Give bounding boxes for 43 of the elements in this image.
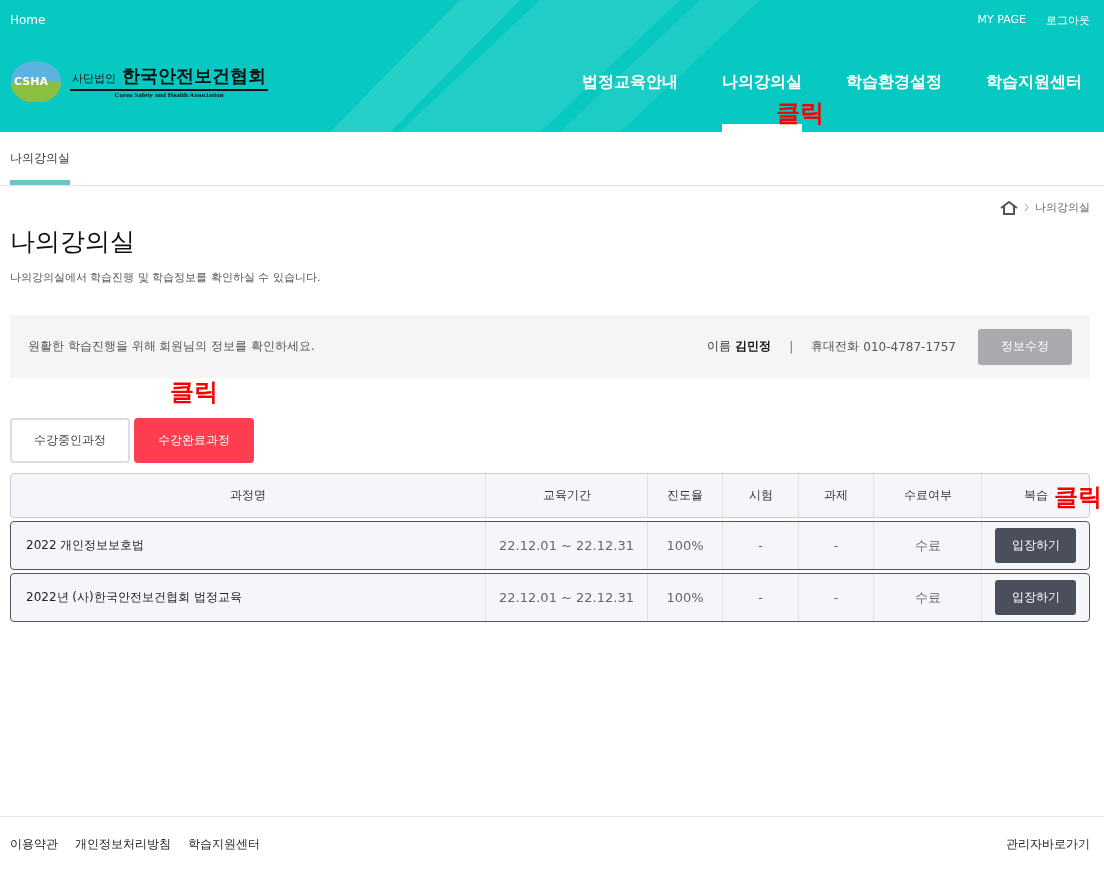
table-cell-text: 2022년 (사)한국안전보건협회 법정교육 bbox=[25, 589, 243, 606]
table-cell: 22.12.01 ~ 22.12.31 bbox=[485, 574, 647, 621]
click-annotation: 클릭 bbox=[1054, 485, 1102, 509]
table-cell: - bbox=[798, 574, 873, 621]
phone-number: 010-4787-1757 bbox=[863, 339, 956, 354]
column-header: 과제 bbox=[798, 474, 873, 517]
name-label: 이름 bbox=[707, 338, 732, 355]
breadcrumb-item[interactable]: 나의강의실 bbox=[1035, 200, 1090, 215]
column-header: 교육기간 bbox=[485, 474, 647, 517]
enter-button[interactable]: 입장하기 bbox=[995, 580, 1076, 615]
table-cell: 수료 bbox=[873, 522, 981, 569]
course-tab[interactable]: 수강완료과정 bbox=[134, 418, 254, 463]
phone-label: 휴대전화 bbox=[811, 338, 860, 355]
course-tab[interactable]: 수강중인과정 bbox=[10, 418, 130, 463]
footer-link[interactable]: 학습지원센터 bbox=[188, 835, 260, 853]
member-name: 김민정 bbox=[735, 338, 772, 355]
enter-button[interactable]: 입장하기 bbox=[995, 528, 1076, 563]
table-cell: 100% bbox=[647, 522, 722, 569]
table-cell: 100% bbox=[647, 574, 722, 621]
column-header: 수료여부 bbox=[873, 474, 981, 517]
table-cell: - bbox=[722, 522, 798, 569]
table-cell-text: 2022 개인정보보호법 bbox=[25, 537, 146, 554]
page-description: 나의강의실에서 학습진행 및 학습정보를 확인하실 수 있습니다. bbox=[10, 270, 322, 285]
sub-tab[interactable]: 나의강의실 bbox=[10, 132, 70, 185]
column-header: 시험 bbox=[722, 474, 798, 517]
logo-prefix: 사단법인 bbox=[72, 70, 116, 86]
column-header: 과정명 bbox=[229, 487, 267, 504]
column-header: 진도율 bbox=[647, 474, 722, 517]
chevron-icon bbox=[1024, 203, 1029, 212]
separator: | bbox=[789, 339, 794, 354]
table-cell: 수료 bbox=[873, 574, 981, 621]
footer-link[interactable]: 개인정보처리방침 bbox=[75, 835, 171, 853]
table-cell: - bbox=[722, 574, 798, 621]
table-cell: 22.12.01 ~ 22.12.31 bbox=[485, 522, 647, 569]
admin-link[interactable]: 관리자바로가기 bbox=[1006, 835, 1090, 853]
footer-link[interactable]: 이용약관 bbox=[10, 835, 58, 853]
home-icon[interactable] bbox=[1000, 200, 1018, 215]
table-cell: - bbox=[798, 522, 873, 569]
page-title: 나의강의실 bbox=[10, 226, 136, 258]
info-message: 원활한 학습진행을 위해 회원님의 정보를 확인하세요. bbox=[28, 338, 316, 355]
click-annotation: 클릭 bbox=[776, 101, 824, 125]
click-annotation: 클릭 bbox=[170, 380, 218, 404]
logo-name: 한국안전보건협회 bbox=[122, 63, 266, 88]
